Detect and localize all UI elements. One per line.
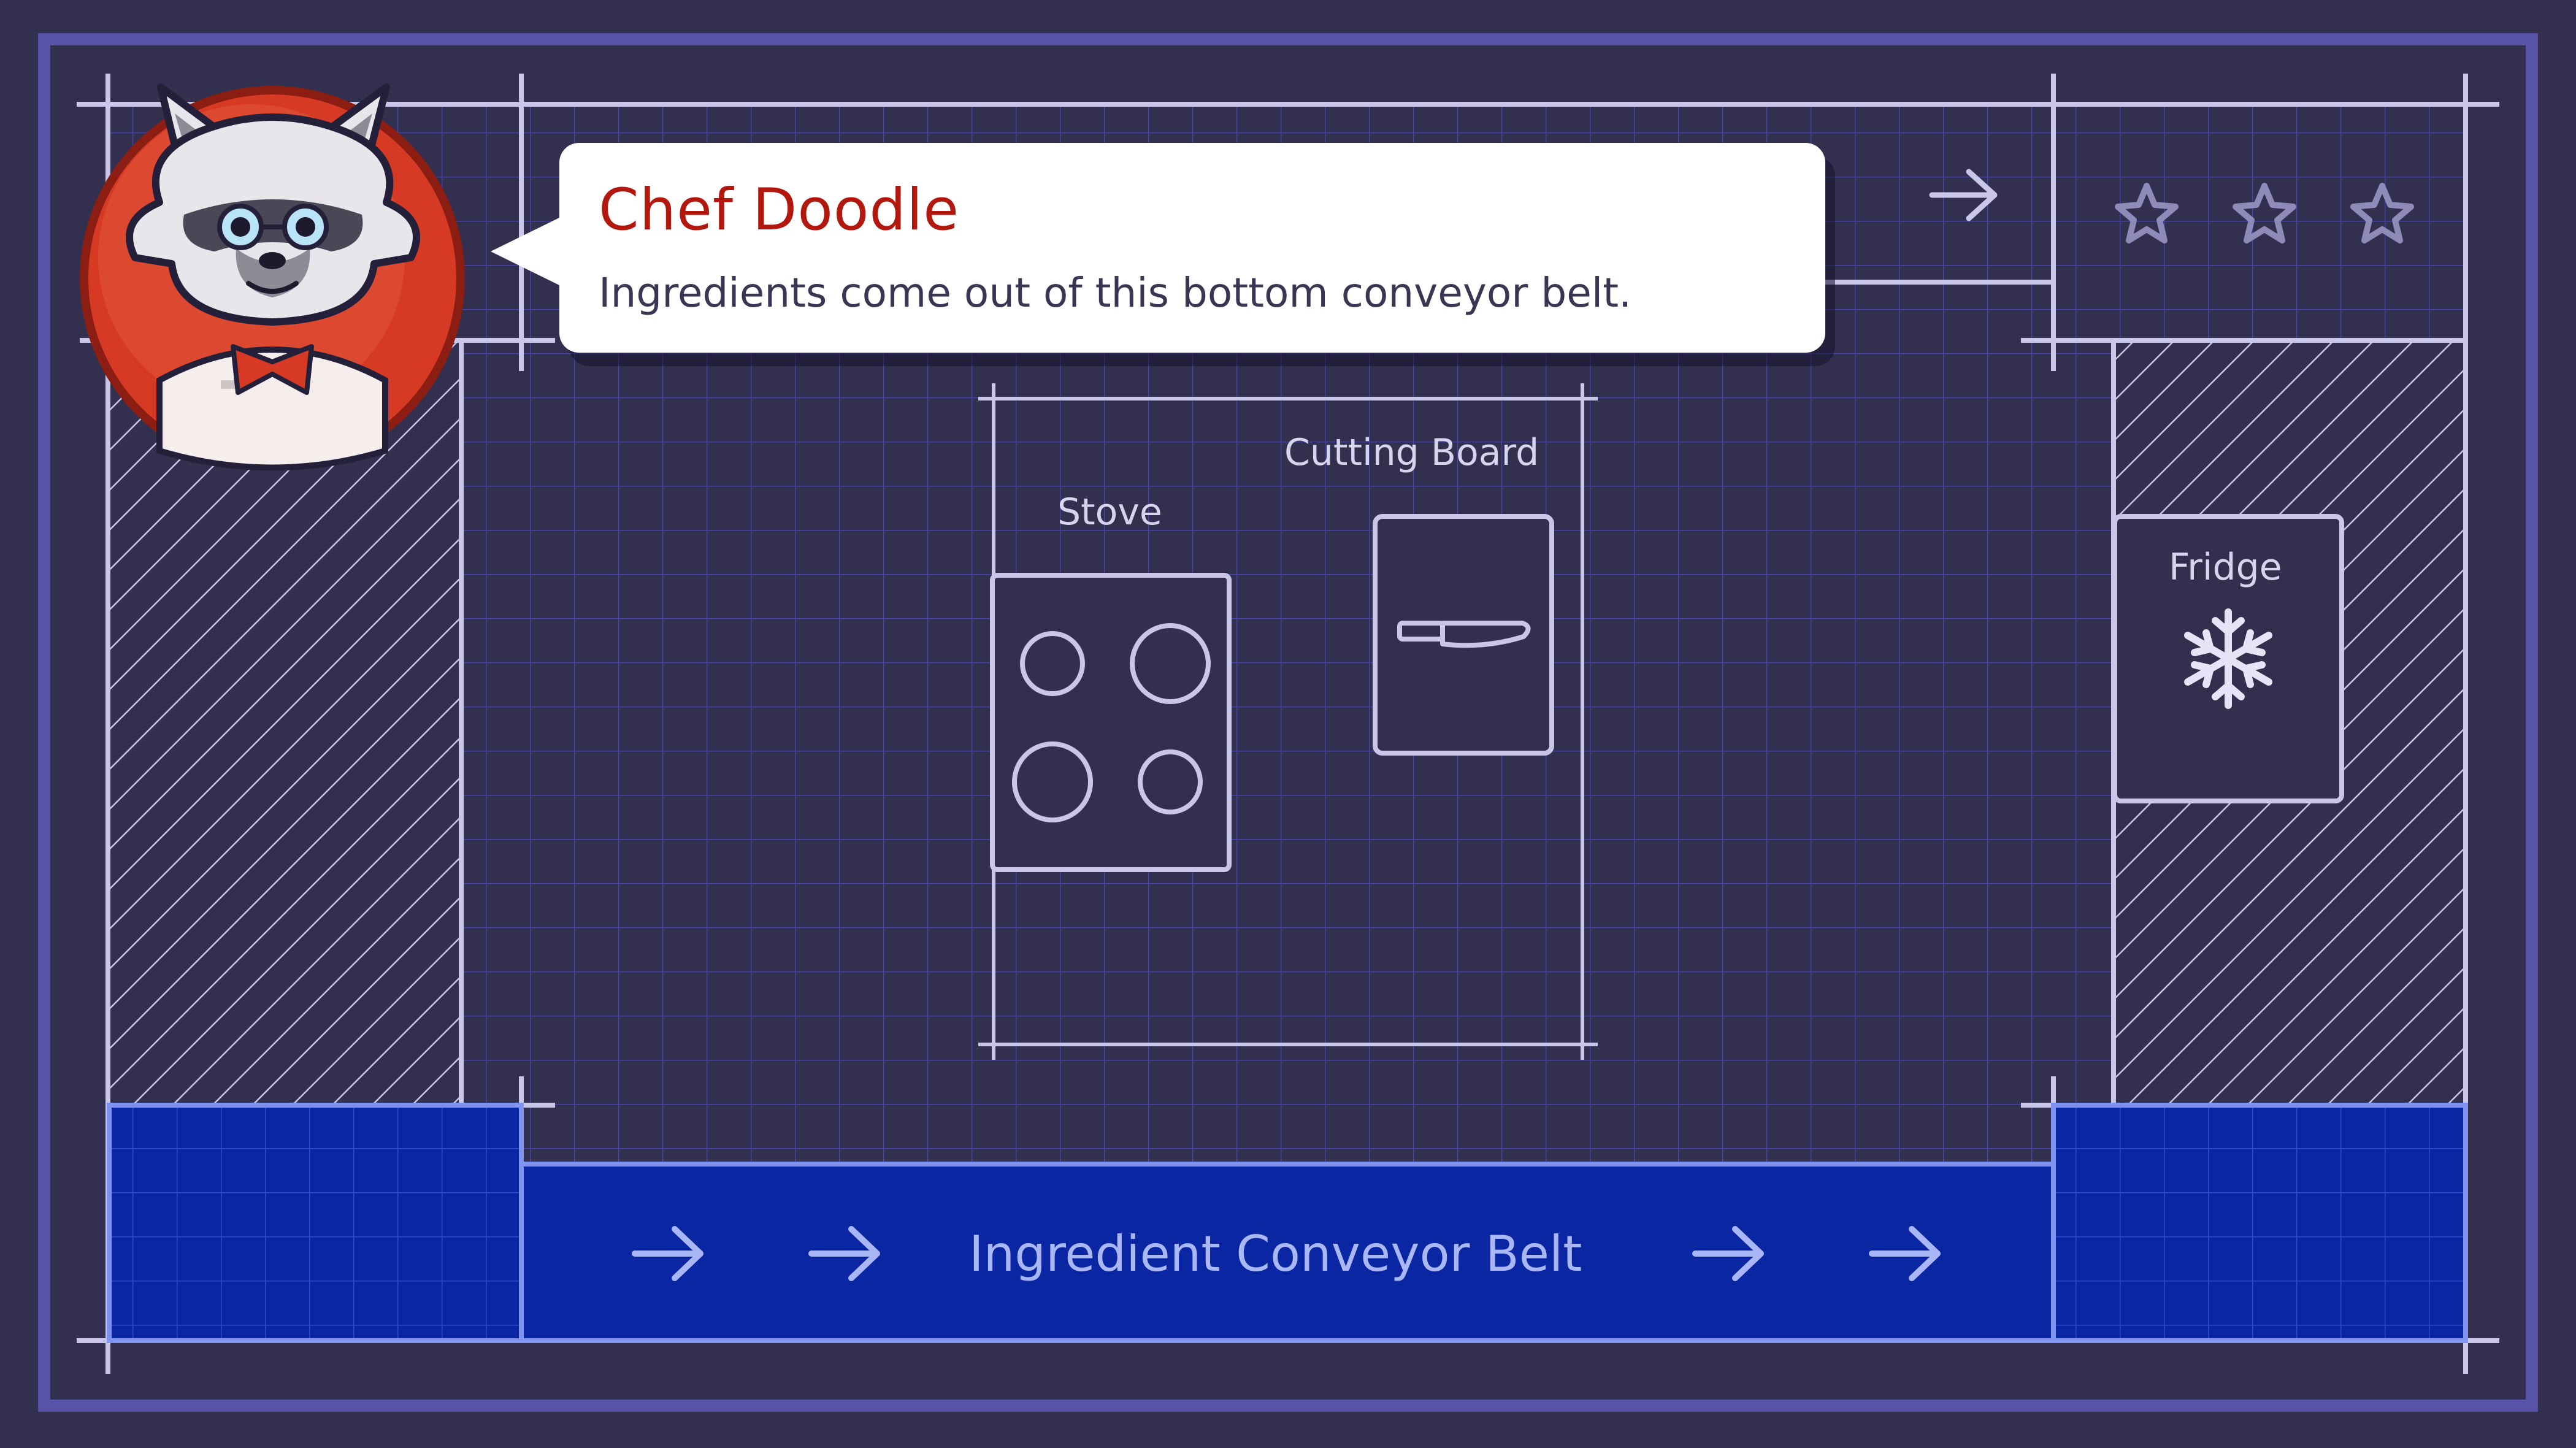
- fridge-label: Fridge: [2169, 546, 2282, 589]
- cutting-board-label: Cutting Board: [1284, 431, 1539, 474]
- dialogue-text: Ingredients come out of this bottom conv…: [599, 269, 1632, 316]
- stove-body: [990, 573, 1232, 872]
- cutting-board[interactable]: [1373, 514, 1554, 756]
- kitchen-blueprint: Stove Cutting Board Fridge Ingredient Co…: [0, 0, 2576, 1448]
- stove[interactable]: [990, 573, 1232, 872]
- speech-bubble-tail: [491, 216, 563, 287]
- stove-label: Stove: [1057, 491, 1162, 534]
- chef-avatar: [80, 83, 465, 471]
- conveyor-belt-label: Ingredient Conveyor Belt: [969, 1225, 1582, 1282]
- speech-bubble[interactable]: Chef Doodle Ingredients come out of this…: [559, 143, 1825, 353]
- speaker-name: Chef Doodle: [599, 177, 960, 243]
